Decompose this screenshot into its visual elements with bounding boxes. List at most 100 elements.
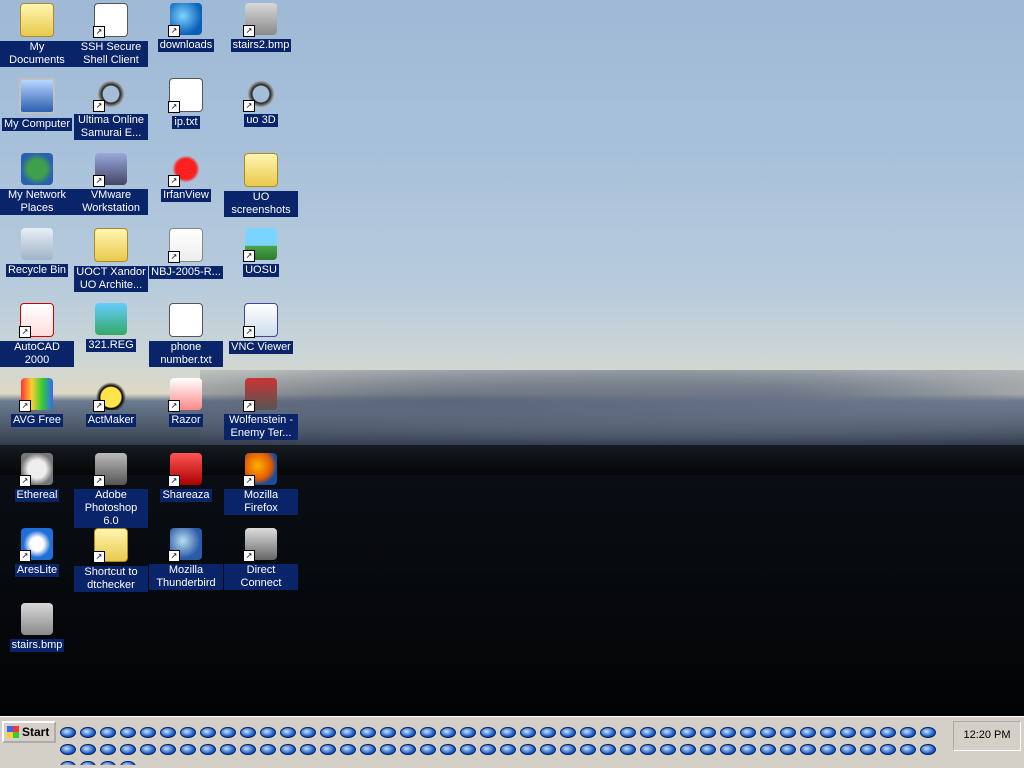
- internet-explorer-icon[interactable]: [880, 727, 896, 738]
- internet-explorer-icon[interactable]: [680, 727, 696, 738]
- internet-explorer-icon[interactable]: [60, 744, 76, 755]
- desktop-icon[interactable]: ↗ Ultima Online Samurai E...: [74, 75, 148, 140]
- internet-explorer-icon[interactable]: [800, 727, 816, 738]
- internet-explorer-icon[interactable]: [440, 744, 456, 755]
- internet-explorer-icon[interactable]: [460, 727, 476, 738]
- desktop-icon[interactable]: UO screenshots: [224, 150, 298, 217]
- internet-explorer-icon[interactable]: [780, 744, 796, 755]
- internet-explorer-icon[interactable]: [260, 727, 276, 738]
- internet-explorer-icon[interactable]: [660, 744, 676, 755]
- internet-explorer-icon[interactable]: [580, 727, 596, 738]
- desktop[interactable]: My Documents ↗ SSH Secure Shell Client ↗ dow…: [0, 0, 1024, 716]
- internet-explorer-icon[interactable]: [240, 727, 256, 738]
- desktop-icon[interactable]: ↗ IrfanView: [149, 150, 223, 202]
- internet-explorer-icon[interactable]: [720, 744, 736, 755]
- internet-explorer-icon[interactable]: [760, 744, 776, 755]
- internet-explorer-icon[interactable]: [520, 727, 536, 738]
- internet-explorer-icon[interactable]: [740, 727, 756, 738]
- internet-explorer-icon[interactable]: [640, 744, 656, 755]
- desktop-icon[interactable]: ↗ AresLite: [0, 525, 74, 577]
- internet-explorer-icon[interactable]: [520, 744, 536, 755]
- internet-explorer-icon[interactable]: [760, 727, 776, 738]
- internet-explorer-icon[interactable]: [120, 744, 136, 755]
- internet-explorer-icon[interactable]: [720, 727, 736, 738]
- desktop-icon[interactable]: ↗ Mozilla Thunderbird: [149, 525, 223, 590]
- desktop-icon[interactable]: ↗ AutoCAD 2000: [0, 300, 74, 367]
- internet-explorer-icon[interactable]: [180, 744, 196, 755]
- internet-explorer-icon[interactable]: [400, 744, 416, 755]
- desktop-icon[interactable]: ↗ NBJ-2005-R...: [149, 225, 223, 279]
- internet-explorer-icon[interactable]: [560, 744, 576, 755]
- internet-explorer-icon[interactable]: [360, 727, 376, 738]
- desktop-icon[interactable]: My Computer: [0, 75, 74, 131]
- internet-explorer-icon[interactable]: [860, 727, 876, 738]
- internet-explorer-icon[interactable]: [860, 744, 876, 755]
- internet-explorer-icon[interactable]: [880, 744, 896, 755]
- desktop-icon[interactable]: phone number.txt: [149, 300, 223, 367]
- internet-explorer-icon[interactable]: [420, 744, 436, 755]
- internet-explorer-icon[interactable]: [900, 727, 916, 738]
- desktop-icon[interactable]: stairs.bmp: [0, 600, 74, 652]
- internet-explorer-icon[interactable]: [480, 727, 496, 738]
- internet-explorer-icon[interactable]: [680, 744, 696, 755]
- internet-explorer-icon[interactable]: [780, 727, 796, 738]
- internet-explorer-icon[interactable]: [640, 727, 656, 738]
- internet-explorer-icon[interactable]: [820, 744, 836, 755]
- internet-explorer-icon[interactable]: [540, 744, 556, 755]
- internet-explorer-icon[interactable]: [260, 744, 276, 755]
- internet-explorer-icon[interactable]: [80, 761, 96, 765]
- desktop-icon[interactable]: ↗ SSH Secure Shell Client: [74, 0, 148, 67]
- internet-explorer-icon[interactable]: [620, 744, 636, 755]
- internet-explorer-icon[interactable]: [380, 727, 396, 738]
- internet-explorer-icon[interactable]: [740, 744, 756, 755]
- internet-explorer-icon[interactable]: [140, 727, 156, 738]
- internet-explorer-icon[interactable]: [220, 744, 236, 755]
- desktop-icon[interactable]: ↗ Wolfenstein - Enemy Ter...: [224, 375, 298, 440]
- internet-explorer-icon[interactable]: [80, 744, 96, 755]
- desktop-icon[interactable]: ↗ UOSU: [224, 225, 298, 277]
- internet-explorer-icon[interactable]: [120, 761, 136, 765]
- internet-explorer-icon[interactable]: [340, 727, 356, 738]
- internet-explorer-icon[interactable]: [840, 744, 856, 755]
- internet-explorer-icon[interactable]: [920, 744, 936, 755]
- internet-explorer-icon[interactable]: [300, 727, 316, 738]
- desktop-icon[interactable]: ↗ Direct Connect: [224, 525, 298, 590]
- internet-explorer-icon[interactable]: [240, 744, 256, 755]
- internet-explorer-icon[interactable]: [580, 744, 596, 755]
- desktop-icon[interactable]: ↗ Shortcut to dtchecker: [74, 525, 148, 592]
- internet-explorer-icon[interactable]: [320, 744, 336, 755]
- internet-explorer-icon[interactable]: [160, 744, 176, 755]
- internet-explorer-icon[interactable]: [360, 744, 376, 755]
- internet-explorer-icon[interactable]: [200, 727, 216, 738]
- desktop-icon[interactable]: ↗ Mozilla Firefox: [224, 450, 298, 515]
- desktop-icon[interactable]: ↗ AVG Free: [0, 375, 74, 427]
- desktop-icon[interactable]: UOCT Xandor UO Archite...: [74, 225, 148, 292]
- desktop-icon[interactable]: ↗ stairs2.bmp: [224, 0, 298, 52]
- internet-explorer-icon[interactable]: [320, 727, 336, 738]
- internet-explorer-icon[interactable]: [400, 727, 416, 738]
- internet-explorer-icon[interactable]: [920, 727, 936, 738]
- desktop-icon[interactable]: ↗ ActMaker: [74, 375, 148, 427]
- internet-explorer-icon[interactable]: [500, 744, 516, 755]
- desktop-icon[interactable]: ↗ VNC Viewer: [224, 300, 298, 354]
- internet-explorer-icon[interactable]: [660, 727, 676, 738]
- internet-explorer-icon[interactable]: [120, 727, 136, 738]
- internet-explorer-icon[interactable]: [140, 744, 156, 755]
- internet-explorer-icon[interactable]: [60, 761, 76, 765]
- internet-explorer-icon[interactable]: [700, 727, 716, 738]
- internet-explorer-icon[interactable]: [100, 727, 116, 738]
- desktop-icon[interactable]: Recycle Bin: [0, 225, 74, 277]
- desktop-icon[interactable]: ↗ Adobe Photoshop 6.0: [74, 450, 148, 528]
- internet-explorer-icon[interactable]: [600, 727, 616, 738]
- desktop-icon[interactable]: My Network Places: [0, 150, 74, 215]
- desktop-icon[interactable]: ↗ ip.txt: [149, 75, 223, 129]
- internet-explorer-icon[interactable]: [440, 727, 456, 738]
- internet-explorer-icon[interactable]: [220, 727, 236, 738]
- internet-explorer-icon[interactable]: [900, 744, 916, 755]
- desktop-icon[interactable]: My Documents: [0, 0, 74, 67]
- internet-explorer-icon[interactable]: [340, 744, 356, 755]
- internet-explorer-icon[interactable]: [540, 727, 556, 738]
- internet-explorer-icon[interactable]: [500, 727, 516, 738]
- desktop-icon[interactable]: ↗ Razor: [149, 375, 223, 427]
- internet-explorer-icon[interactable]: [820, 727, 836, 738]
